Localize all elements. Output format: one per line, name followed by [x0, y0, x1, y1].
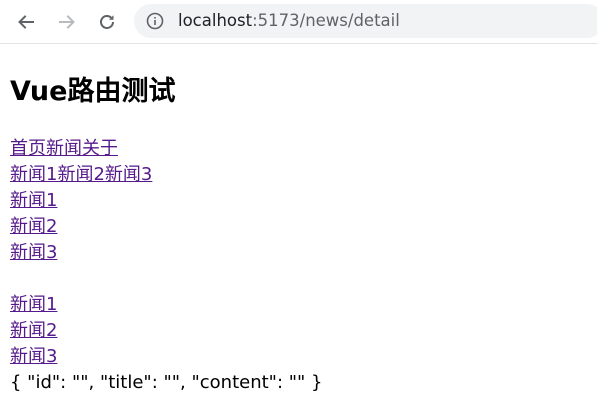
- news-detail-output: { "id": "", "title": "", "content": "" }: [10, 372, 323, 393]
- news-link-1[interactable]: 新闻1: [10, 190, 57, 211]
- list-item: 新闻3: [10, 240, 322, 266]
- nav-link-about[interactable]: 关于: [82, 138, 118, 159]
- forward-button[interactable]: [54, 9, 80, 35]
- url-text: localhost:5173/news/detail: [178, 11, 400, 31]
- nav-link-home[interactable]: 首页: [10, 138, 46, 159]
- page-title: Vue路由测试: [10, 76, 176, 107]
- back-button[interactable]: [13, 9, 39, 35]
- news-tab-3[interactable]: 新闻3: [105, 164, 152, 185]
- list-item: 新闻1: [10, 292, 322, 318]
- arrow-right-icon: [59, 15, 75, 29]
- url-host: localhost: [178, 11, 253, 30]
- news-link-2[interactable]: 新闻2: [10, 216, 57, 237]
- list-item: 新闻3: [10, 344, 322, 370]
- news-tab-1[interactable]: 新闻1: [10, 164, 57, 185]
- news-link-3-alt[interactable]: 新闻3: [10, 346, 57, 367]
- address-bar[interactable]: localhost:5173/news/detail: [134, 4, 597, 38]
- news-tab-2[interactable]: 新闻2: [57, 164, 104, 185]
- news-tabs: 新闻1新闻2新闻3: [10, 162, 322, 188]
- browser-toolbar: localhost:5173/news/detail: [0, 0, 597, 44]
- nav-link-news[interactable]: 新闻: [46, 138, 82, 159]
- news-link-3[interactable]: 新闻3: [10, 242, 57, 263]
- list-item: 新闻1: [10, 188, 322, 214]
- reload-icon: [100, 15, 114, 29]
- info-icon[interactable]: [146, 12, 164, 30]
- url-path: :5173/news/detail: [252, 11, 400, 30]
- news-link-1-alt[interactable]: 新闻1: [10, 294, 57, 315]
- list-item: 新闻2: [10, 214, 322, 240]
- list-item: 新闻2: [10, 318, 322, 344]
- main-nav: 首页新闻关于: [10, 136, 322, 162]
- news-link-2-alt[interactable]: 新闻2: [10, 320, 57, 341]
- link-list: 首页新闻关于 新闻1新闻2新闻3 新闻1 新闻2 新闻3 新闻1 新闻2 新闻3…: [10, 136, 322, 396]
- arrow-left-icon: [18, 15, 34, 29]
- reload-button[interactable]: [94, 9, 120, 35]
